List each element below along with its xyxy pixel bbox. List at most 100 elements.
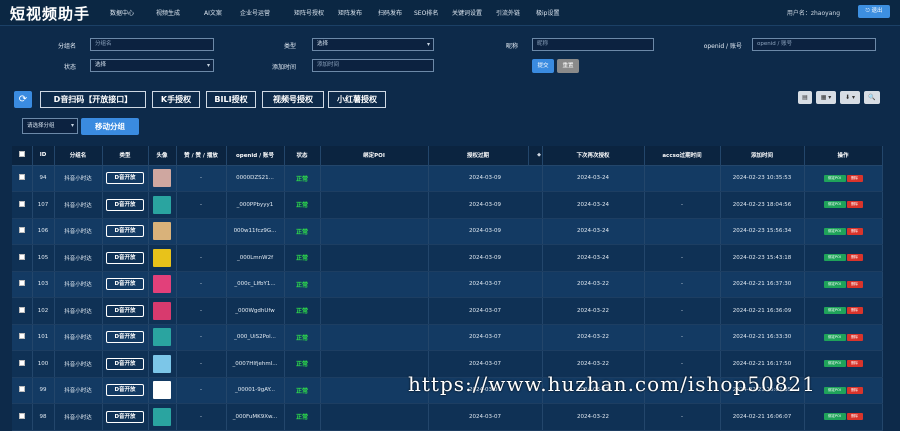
delete-button[interactable]: 删除 (846, 386, 863, 394)
delete-button[interactable]: 删除 (846, 280, 863, 288)
nickname-input[interactable]: 昵称 (532, 38, 654, 51)
row-checkbox[interactable] (12, 350, 33, 378)
delete-button[interactable]: 删除 (846, 201, 863, 209)
delete-button[interactable]: 删除 (846, 254, 863, 262)
add-time-input[interactable]: 添加时间 (312, 59, 434, 72)
bind-poi-button[interactable]: 绑定POI (823, 227, 846, 235)
col-expire[interactable]: 授权过期 (428, 146, 529, 166)
logout-button[interactable]: ⎋ 退出 (858, 5, 890, 18)
bind-poi-button[interactable]: 绑定POI (823, 413, 846, 421)
search-icon[interactable]: 🔍 (864, 91, 880, 104)
douyin-scan-button[interactable]: D音扫码【开放接口】 (40, 91, 146, 108)
row-status: 正常 (284, 271, 321, 298)
sort-icon[interactable]: ◆ (528, 146, 543, 166)
bind-poi-button[interactable]: 绑定POI (823, 254, 846, 262)
row-avatar (148, 191, 177, 219)
nav-item[interactable]: SEO排名 (414, 8, 438, 17)
row-id: 98 (32, 403, 55, 431)
type-badge: D音开放 (106, 278, 144, 291)
delete-button[interactable]: 删除 (846, 360, 863, 368)
row-checkbox[interactable] (12, 403, 33, 431)
nav-item[interactable]: AI文案 (204, 8, 222, 17)
nickname-label: 昵称 (505, 43, 518, 50)
nav-item[interactable]: 数据中心 (110, 8, 134, 17)
row-checkbox[interactable] (12, 218, 33, 245)
export-icon[interactable]: ⬇ ▾ (840, 91, 860, 104)
row-checkbox[interactable] (12, 244, 33, 272)
row-checkbox[interactable] (12, 165, 33, 192)
row-poi (320, 191, 429, 219)
type-badge: D音开放 (106, 331, 144, 344)
nav-item[interactable]: 矩阵号授权 (294, 8, 324, 17)
row-group: 抖音小时达 (54, 218, 103, 245)
row-likes: - (176, 165, 227, 192)
bind-poi-button[interactable]: 绑定POI (823, 386, 846, 394)
type-select[interactable]: 选择 (312, 38, 434, 51)
video-channel-auth-button[interactable]: 视频号授权 (262, 91, 324, 108)
row-type: D音开放 (102, 244, 149, 272)
row-type: D音开放 (102, 297, 149, 325)
row-checkbox[interactable] (12, 377, 33, 404)
table-view-icon[interactable]: ▤ (798, 91, 812, 104)
bind-poi-button[interactable]: 绑定POI (823, 174, 846, 182)
bili-auth-button[interactable]: BILI授权 (206, 91, 256, 108)
table-row: 98 抖音小时达 D音开放 - _000FuMK9Xw... 正常 2024-03-07 20… (12, 403, 883, 431)
nav-item[interactable]: 极ip设置 (536, 8, 559, 17)
nav-item[interactable]: 引流外链 (496, 8, 520, 17)
row-openid: _000LmnW2f (226, 244, 285, 272)
row-expire: 2024-03-07 (428, 297, 543, 325)
row-id: 94 (32, 165, 55, 192)
nav-item[interactable]: 扫码发布 (378, 8, 402, 17)
delete-button[interactable]: 删除 (846, 174, 863, 182)
row-actions: 绑定POI 删除 (804, 191, 883, 219)
row-next-auth: 2024-03-24 (542, 218, 645, 245)
reset-button[interactable]: 重置 (557, 59, 579, 73)
move-group-button[interactable]: 移动分组 (81, 118, 139, 135)
columns-icon[interactable]: ▦ ▾ (816, 91, 836, 104)
group-move-select[interactable]: 请选择分组 (22, 118, 78, 134)
select-all-checkbox[interactable] (12, 146, 33, 166)
table-row: 107 抖音小时达 D音开放 - _000PPbyyy1 正常 2024-03-09 2024… (12, 191, 883, 219)
nav-item[interactable]: 企业号运营 (240, 8, 270, 17)
delete-button[interactable]: 删除 (846, 333, 863, 341)
watermark: https://www.huzhan.com/ishop50821 (408, 372, 816, 396)
bind-poi-button[interactable]: 绑定POI (823, 360, 846, 368)
kuaishou-auth-button[interactable]: K手授权 (152, 91, 200, 108)
status-badge: 正常 (295, 175, 308, 183)
row-likes: - (176, 350, 227, 378)
row-checkbox[interactable] (12, 191, 33, 219)
nav-item[interactable]: 视频生成 (156, 8, 180, 17)
refresh-button[interactable]: ⟳ (14, 91, 32, 108)
openid-input[interactable]: openid / 账号 (752, 38, 876, 51)
delete-button[interactable]: 删除 (846, 227, 863, 235)
status-select[interactable]: 选择 (90, 59, 214, 72)
col-type: 类型 (102, 146, 149, 166)
nav-item[interactable]: 矩阵发布 (338, 8, 362, 17)
bind-poi-button[interactable]: 绑定POI (823, 280, 846, 288)
row-status: 正常 (284, 191, 321, 219)
row-poi (320, 403, 429, 431)
row-expire: 2024-03-09 (428, 244, 543, 272)
row-checkbox[interactable] (12, 324, 33, 351)
bind-poi-button[interactable]: 绑定POI (823, 201, 846, 209)
type-badge: D音开放 (106, 225, 144, 238)
nav-item[interactable]: 关键词设置 (452, 8, 482, 17)
delete-button[interactable]: 删除 (846, 307, 863, 315)
top-bar: 短视频助手 数据中心 视频生成 AI文案 企业号运营 矩阵号授权 矩阵发布 扫码发布 SEO排… (0, 0, 900, 26)
bind-poi-button[interactable]: 绑定POI (823, 307, 846, 315)
row-checkbox[interactable] (12, 271, 33, 298)
row-checkbox[interactable] (12, 297, 33, 325)
type-badge: D音开放 (106, 384, 144, 397)
xiaohongshu-auth-button[interactable]: 小红薯授权 (328, 91, 386, 108)
app-logo: 短视频助手 (10, 5, 91, 23)
row-next-auth: 2024-03-24 (542, 191, 645, 219)
submit-button[interactable]: 提交 (532, 59, 554, 73)
row-next-auth: 2024-03-22 (542, 324, 645, 351)
col-openid: openid / 账号 (226, 146, 285, 166)
row-type: D音开放 (102, 377, 149, 404)
group-input[interactable]: 分组名 (90, 38, 214, 51)
group-label: 分组名 (57, 43, 76, 50)
delete-button[interactable]: 删除 (846, 413, 863, 421)
bind-poi-button[interactable]: 绑定POI (823, 333, 846, 341)
col-poi: 绑定POI (320, 146, 429, 166)
